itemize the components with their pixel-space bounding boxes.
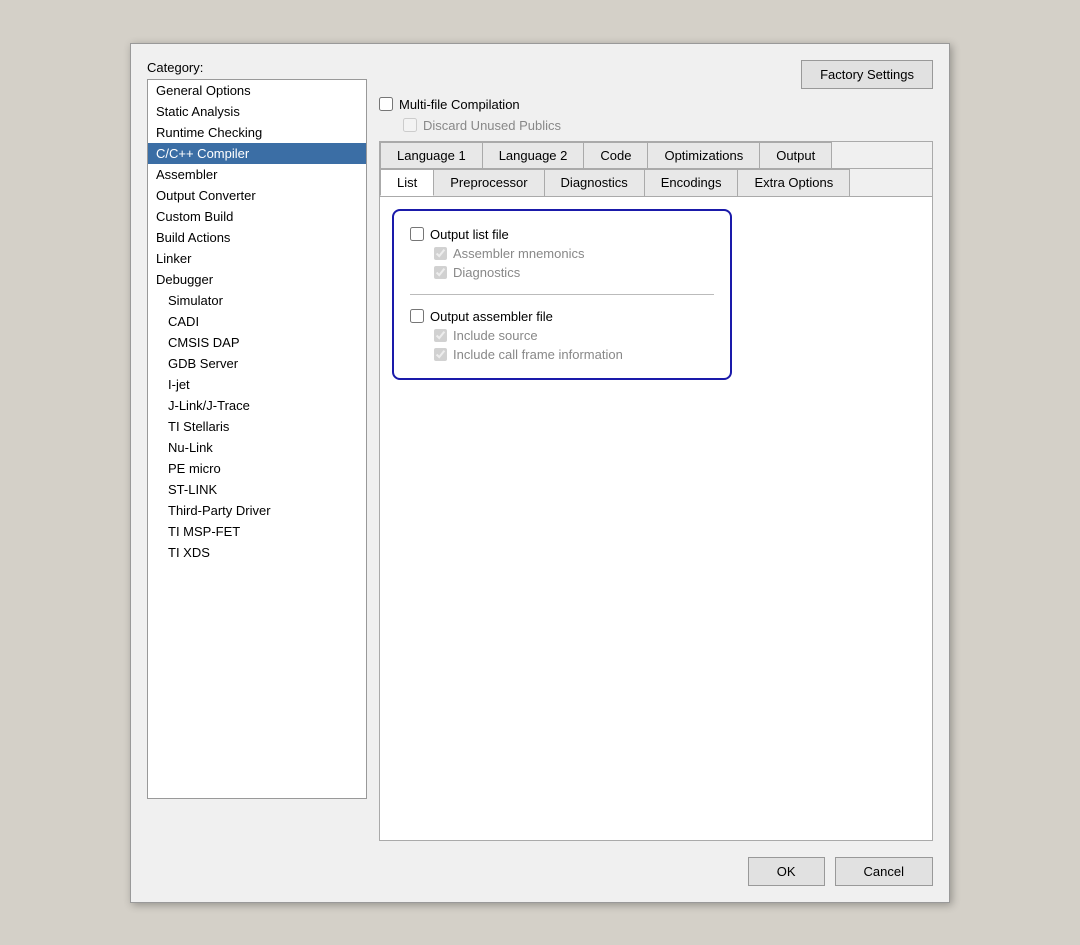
sidebar-item-general-options[interactable]: General Options [148, 80, 366, 101]
tab-language-1[interactable]: Language 1 [380, 142, 483, 168]
assembler-mnemonics-checkbox[interactable] [434, 247, 447, 260]
sidebar-item-assembler[interactable]: Assembler [148, 164, 366, 185]
category-label: Category: [147, 60, 367, 75]
sidebar-item-j-link-j-trace[interactable]: J-Link/J-Trace [148, 395, 366, 416]
output-list-file-row: Output list file [410, 227, 714, 242]
discard-unused-row: Discard Unused Publics [403, 118, 933, 133]
cancel-button[interactable]: Cancel [835, 857, 933, 886]
tab-optimizations[interactable]: Optimizations [647, 142, 760, 168]
include-call-frame-row: Include call frame information [434, 347, 714, 362]
sidebar-item-custom-build[interactable]: Custom Build [148, 206, 366, 227]
tab-row-2: ListPreprocessorDiagnosticsEncodingsExtr… [380, 169, 932, 197]
diagnostics-checkbox[interactable] [434, 266, 447, 279]
assembler-mnemonics-row: Assembler mnemonics [434, 246, 714, 261]
output-list-file-checkbox[interactable] [410, 227, 424, 241]
content-box: Output list file Assembler mnemonics Dia… [392, 209, 732, 380]
sidebar-item-ti-msp-fet[interactable]: TI MSP-FET [148, 521, 366, 542]
sidebar-item-nu-link[interactable]: Nu-Link [148, 437, 366, 458]
tab-code[interactable]: Code [583, 142, 648, 168]
ok-button[interactable]: OK [748, 857, 825, 886]
sidebar-item-build-actions[interactable]: Build Actions [148, 227, 366, 248]
factory-settings-button[interactable]: Factory Settings [801, 60, 933, 89]
sidebar-item-runtime-checking[interactable]: Runtime Checking [148, 122, 366, 143]
multi-file-compilation-checkbox[interactable] [379, 97, 393, 111]
sidebar-item-output-converter[interactable]: Output Converter [148, 185, 366, 206]
sidebar-item-ti-xds[interactable]: TI XDS [148, 542, 366, 563]
sidebar-item-gdb-server[interactable]: GDB Server [148, 353, 366, 374]
sidebar-item-debugger[interactable]: Debugger [148, 269, 366, 290]
tabs-container: Language 1Language 2CodeOptimizationsOut… [379, 141, 933, 841]
sidebar-item-static-analysis[interactable]: Static Analysis [148, 101, 366, 122]
output-assembler-file-row: Output assembler file [410, 309, 714, 324]
dialog-footer: OK Cancel [147, 841, 933, 886]
main-dialog: Category: General OptionsStatic Analysis… [130, 43, 950, 903]
discard-unused-label: Discard Unused Publics [423, 118, 561, 133]
tab-output[interactable]: Output [759, 142, 832, 168]
diagnostics-label: Diagnostics [453, 265, 520, 280]
include-source-row: Include source [434, 328, 714, 343]
sidebar-item-ti-stellaris[interactable]: TI Stellaris [148, 416, 366, 437]
tab2-encodings[interactable]: Encodings [644, 169, 739, 196]
sidebar-item-linker[interactable]: Linker [148, 248, 366, 269]
sidebar-item-simulator[interactable]: Simulator [148, 290, 366, 311]
output-list-file-group: Output list file Assembler mnemonics Dia… [410, 227, 714, 280]
tab-row-1: Language 1Language 2CodeOptimizationsOut… [380, 142, 932, 169]
discard-unused-checkbox[interactable] [403, 118, 417, 132]
tab2-preprocessor[interactable]: Preprocessor [433, 169, 544, 196]
include-call-frame-label: Include call frame information [453, 347, 623, 362]
sidebar-item-cmsis-dap[interactable]: CMSIS DAP [148, 332, 366, 353]
output-assembler-file-label: Output assembler file [430, 309, 553, 324]
diagnostics-row: Diagnostics [434, 265, 714, 280]
tab2-diagnostics[interactable]: Diagnostics [544, 169, 645, 196]
category-list: General OptionsStatic AnalysisRuntime Ch… [147, 79, 367, 799]
include-call-frame-checkbox[interactable] [434, 348, 447, 361]
include-source-checkbox[interactable] [434, 329, 447, 342]
sidebar-item-pe-micro[interactable]: PE micro [148, 458, 366, 479]
multi-file-compilation-row: Multi-file Compilation [379, 97, 933, 112]
output-assembler-file-group: Output assembler file Include source Inc… [410, 309, 714, 362]
sidebar-item-cadi[interactable]: CADI [148, 311, 366, 332]
tab2-list[interactable]: List [380, 169, 434, 196]
sidebar-item-c-c---compiler[interactable]: C/C++ Compiler [148, 143, 366, 164]
multi-file-compilation-label: Multi-file Compilation [399, 97, 520, 112]
output-assembler-file-checkbox[interactable] [410, 309, 424, 323]
main-panel: Factory Settings Multi-file Compilation … [379, 60, 933, 841]
assembler-mnemonics-label: Assembler mnemonics [453, 246, 585, 261]
options-area: Multi-file Compilation Discard Unused Pu… [379, 97, 933, 133]
tab-content: Output list file Assembler mnemonics Dia… [380, 197, 932, 840]
separator [410, 294, 714, 295]
sidebar-item-third-party-driver[interactable]: Third-Party Driver [148, 500, 366, 521]
tab2-extra-options[interactable]: Extra Options [737, 169, 850, 196]
top-bar: Factory Settings [379, 60, 933, 89]
output-list-file-label: Output list file [430, 227, 509, 242]
include-source-label: Include source [453, 328, 538, 343]
tab-language-2[interactable]: Language 2 [482, 142, 585, 168]
sidebar-item-i-jet[interactable]: I-jet [148, 374, 366, 395]
sidebar-item-st-link[interactable]: ST-LINK [148, 479, 366, 500]
sidebar: Category: General OptionsStatic Analysis… [147, 60, 367, 841]
